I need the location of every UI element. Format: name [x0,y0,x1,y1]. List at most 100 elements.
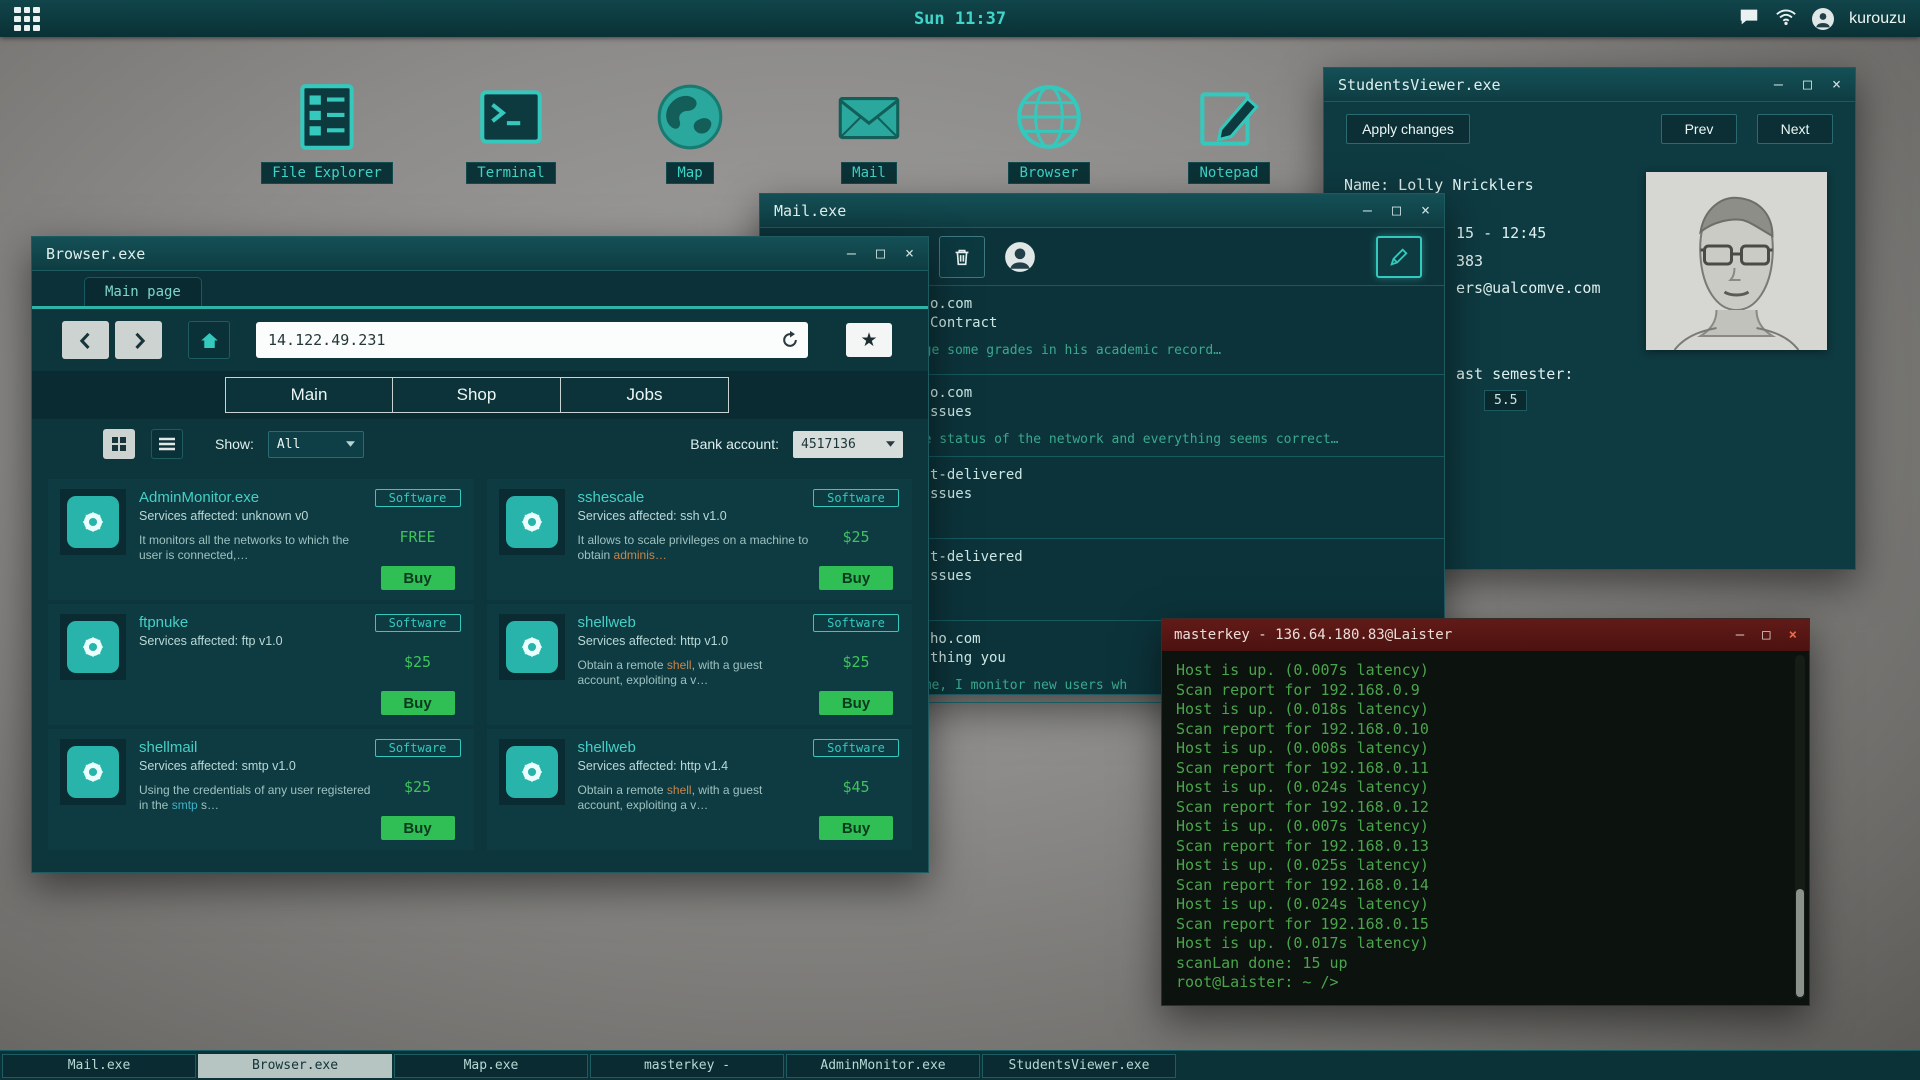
buy-button[interactable]: Buy [819,566,893,590]
gear-icon [521,511,542,533]
scrollbar-track[interactable] [1795,655,1805,999]
scrollbar-thumb[interactable] [1796,889,1804,997]
home-button[interactable] [188,321,230,359]
minimize-button[interactable]: — [847,246,856,261]
maximize-button[interactable]: □ [876,246,885,261]
user-avatar-icon[interactable] [1812,7,1835,30]
desktop-icon-file-explorer[interactable]: File Explorer [252,78,402,184]
buy-button[interactable]: Buy [380,691,455,715]
mail-subject: ssues [930,486,973,502]
mail-sender: o.com [930,296,973,312]
software-icon [498,739,565,805]
minimize-button[interactable]: — [1736,627,1744,643]
buy-button[interactable]: Buy [380,816,455,840]
close-button[interactable]: × [1832,77,1841,92]
maximize-button[interactable]: □ [1392,203,1401,218]
browser-titlebar[interactable]: Browser.exe — □ × [32,237,928,271]
gear-icon [82,761,104,783]
trash-icon [955,249,969,266]
software-card: shellweb Services affected: http v1.4 Ob… [486,729,912,850]
buy-button[interactable]: Buy [819,816,893,840]
contacts-button[interactable] [997,236,1043,278]
desktop-icon-label: Browser [1008,162,1090,184]
desktop-icon-notepad[interactable]: Notepad [1154,78,1304,184]
delete-mail-button[interactable] [939,236,985,278]
software-icon [60,489,126,555]
students-viewer-toolbar: Apply changes Prev Next [1324,102,1855,160]
desktop-icon-mail[interactable]: Mail [794,78,944,184]
student-semester-fragment: ast semester: [1456,365,1574,383]
bookmark-button[interactable]: ★ [846,323,892,357]
terminal-line: Host is up. (0.025s latency) [1176,856,1429,874]
minimize-button[interactable]: — [1774,77,1783,92]
software-card: sshescale Services affected: ssh v1.0 It… [486,479,912,600]
taskbar-item-mail[interactable]: Mail.exe [2,1053,196,1078]
terminal-titlebar[interactable]: masterkey - 136.64.180.83@Laister — □ × [1162,619,1809,651]
software-card: shellmail Services affected: smtp v1.0 U… [48,729,474,850]
gear-icon [521,636,542,658]
browser-tabstrip: Main page [32,271,928,309]
terminal-line: Host is up. (0.024s latency) [1176,895,1429,913]
terminal-line: scanLan done: 15 up [1176,953,1348,972]
mail-preview: the status of the network and everything… [908,432,1339,447]
grid-view-button[interactable] [103,429,135,459]
file-explorer-icon [300,84,354,150]
bank-account-dropdown[interactable]: 4517136 [793,430,903,458]
students-viewer-titlebar[interactable]: StudentsViewer.exe — □ × [1324,68,1855,102]
next-button[interactable]: Next [1757,114,1833,144]
terminal-output[interactable]: Host is up. (0.007s latency) Scan report… [1162,651,1809,1007]
desktop-icon-terminal[interactable]: Terminal [436,78,586,184]
taskbar-item-adminmonitor[interactable]: AdminMonitor.exe [786,1053,980,1078]
url-input[interactable] [256,322,808,358]
site-tab-jobs[interactable]: Jobs [561,377,729,413]
gear-icon [521,761,542,783]
terminal-prompt: root@Laister: ~ /> [1176,973,1339,991]
mail-sender: t-delivered [930,467,1023,483]
show-filter-dropdown[interactable]: All [267,430,364,458]
taskbar-item-map[interactable]: Map.exe [394,1053,588,1078]
prev-button[interactable]: Prev [1661,114,1737,144]
site-tab-main[interactable]: Main [225,377,393,413]
software-badge: Software [374,489,461,507]
apply-changes-button[interactable]: Apply changes [1346,114,1470,144]
compose-mail-button[interactable] [1376,236,1422,278]
chat-icon[interactable] [1738,6,1760,32]
grid-view-icon [112,437,126,451]
app-launcher-icon[interactable] [14,6,40,31]
software-price: $25 [842,527,870,546]
site-tab-shop[interactable]: Shop [393,377,561,413]
close-button[interactable]: × [905,246,914,261]
desktop-icon-label: Terminal [466,162,556,184]
terminal-window: masterkey - 136.64.180.83@Laister — □ × … [1161,618,1810,1006]
buy-button[interactable]: Buy [819,691,893,715]
close-button[interactable]: × [1789,627,1797,643]
desktop-icon-map[interactable]: Map [615,78,765,184]
clock: Sun 11:37 [913,8,1007,29]
software-list: AdminMonitor.exe Services affected: unkn… [32,469,928,850]
wifi-icon[interactable] [1775,6,1797,32]
desktop-icon-label: Notepad [1188,162,1270,184]
close-button[interactable]: × [1421,203,1430,218]
refresh-icon[interactable] [780,330,800,354]
buy-button[interactable]: Buy [380,566,455,590]
list-view-button[interactable] [151,429,183,459]
software-name: AdminMonitor.exe [139,489,260,506]
mail-preview: ange some grades in his academic record… [908,343,1222,358]
terminal-line: Host is up. (0.018s latency) [1176,700,1429,718]
mail-titlebar[interactable]: Mail.exe — □ × [760,194,1444,228]
taskbar-item-studentsviewer[interactable]: StudentsViewer.exe [982,1053,1176,1078]
pencil-icon [1390,248,1408,266]
software-badge: Software [374,739,461,757]
maximize-button[interactable]: □ [1762,627,1770,643]
show-label: Show: [215,436,254,452]
maximize-button[interactable]: □ [1803,77,1812,92]
browser-tab-main-page[interactable]: Main page [84,277,202,306]
desktop-icon-browser[interactable]: Browser [974,78,1124,184]
back-button[interactable] [62,321,109,359]
taskbar-item-browser[interactable]: Browser.exe [198,1053,392,1078]
forward-button[interactable] [115,321,162,359]
minimize-button[interactable]: — [1363,203,1372,218]
terminal-line: Host is up. (0.024s latency) [1176,778,1429,796]
taskbar-item-masterkey[interactable]: masterkey - [590,1053,784,1078]
software-name: shellweb [577,739,636,756]
